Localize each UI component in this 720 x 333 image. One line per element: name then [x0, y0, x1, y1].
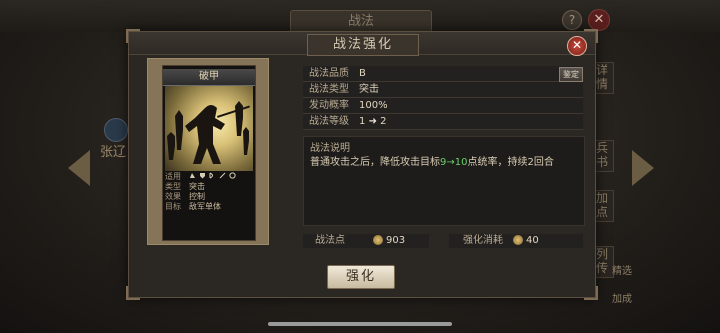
siege-icon: [229, 172, 236, 179]
points-value: 903: [386, 235, 406, 246]
info-value: B: [359, 68, 366, 79]
featured-label[interactable]: 精选: [612, 262, 632, 277]
bonus-label[interactable]: 加成: [612, 290, 632, 305]
info-row-quality: 战法品质 B: [303, 67, 583, 82]
card-stats: 适用 类型 突击 效果 控制 目标 敌军单体: [165, 172, 253, 212]
description-text: 普通攻击之后，降低攻击目标9→10点统率，持续2回合: [310, 153, 554, 168]
enhance-cost: 强化消耗 40: [449, 234, 583, 248]
info-row-type: 战法类型 突击: [303, 83, 583, 98]
description-title: 战法说明: [310, 143, 350, 154]
appraise-button[interactable]: 鉴定: [559, 67, 583, 82]
card-stat-key: 效果: [165, 192, 181, 201]
info-key: 战法等级: [309, 116, 349, 127]
spear-icon: [219, 172, 226, 179]
info-value: 1 ➜ 2: [359, 115, 387, 129]
info-value: 100%: [359, 100, 388, 111]
card-inner: 破甲 适用 类型 突击 效果 控制 目标 敌军单体: [162, 65, 256, 241]
cost-value: 40: [526, 235, 539, 246]
warrior-silhouette-icon: [167, 101, 250, 164]
card-stat-value: 敌军单体: [189, 202, 221, 211]
desc-value-to: 10: [454, 157, 468, 168]
enhance-dialog: 战法强化 ✕ 破甲 适用 类型 突击 效果 控制 目标 敌军单体 战法品质 B …: [126, 29, 598, 300]
bow-icon: [209, 172, 216, 179]
info-key: 战法品质: [309, 68, 349, 79]
prev-arrow-icon[interactable]: [68, 150, 90, 186]
points-label: 战法点: [315, 235, 345, 246]
arrow-right-icon: ➜: [368, 116, 377, 127]
info-row-chance: 发动概率 100%: [303, 99, 583, 114]
shield-icon: [199, 172, 206, 179]
corner-ornament: [126, 286, 140, 300]
hero-name: 张辽: [100, 145, 127, 160]
card-stat-value: 突击: [189, 182, 205, 191]
troop-types: [189, 172, 253, 182]
desc-part: 点统率，持续2回合: [467, 157, 554, 168]
help-icon[interactable]: ?: [562, 10, 582, 30]
info-value: 突击: [359, 84, 379, 95]
dialog-title: 战法强化: [307, 34, 419, 56]
hero-badge-icon: [104, 118, 128, 142]
info-key: 发动概率: [309, 100, 349, 111]
info-row-level: 战法等级 1 ➜ 2: [303, 115, 583, 130]
card-stat-key: 类型: [165, 182, 181, 191]
info-key: 战法类型: [309, 84, 349, 95]
coin-icon: [513, 234, 523, 245]
close-icon[interactable]: ✕: [567, 36, 587, 56]
coin-icon: [373, 234, 383, 245]
corner-ornament: [584, 286, 598, 300]
background-close-icon[interactable]: ✕: [588, 9, 610, 31]
card-stat-key: 目标: [165, 202, 181, 211]
card-stat-key: 适用: [165, 172, 181, 181]
arrow-right-icon: →: [446, 157, 455, 168]
cost-label: 强化消耗: [463, 235, 503, 246]
tactic-points: 战法点 903: [303, 234, 429, 248]
level-from: 1: [359, 116, 366, 127]
enhance-button[interactable]: 强化: [327, 265, 395, 289]
home-indicator[interactable]: [268, 322, 452, 326]
tactic-card: 破甲 适用 类型 突击 效果 控制 目标 敌军单体: [147, 58, 269, 245]
card-stat-value: 控制: [189, 192, 205, 201]
level-to: 2: [380, 116, 387, 127]
desc-part: 普通攻击之后，降低攻击目标: [310, 157, 440, 168]
description-box: 战法说明 普通攻击之后，降低攻击目标9→10点统率，持续2回合: [303, 136, 585, 226]
next-arrow-icon[interactable]: [632, 150, 654, 186]
cavalry-icon: [189, 172, 196, 179]
card-artwork: [165, 86, 253, 171]
card-name: 破甲: [163, 69, 255, 86]
